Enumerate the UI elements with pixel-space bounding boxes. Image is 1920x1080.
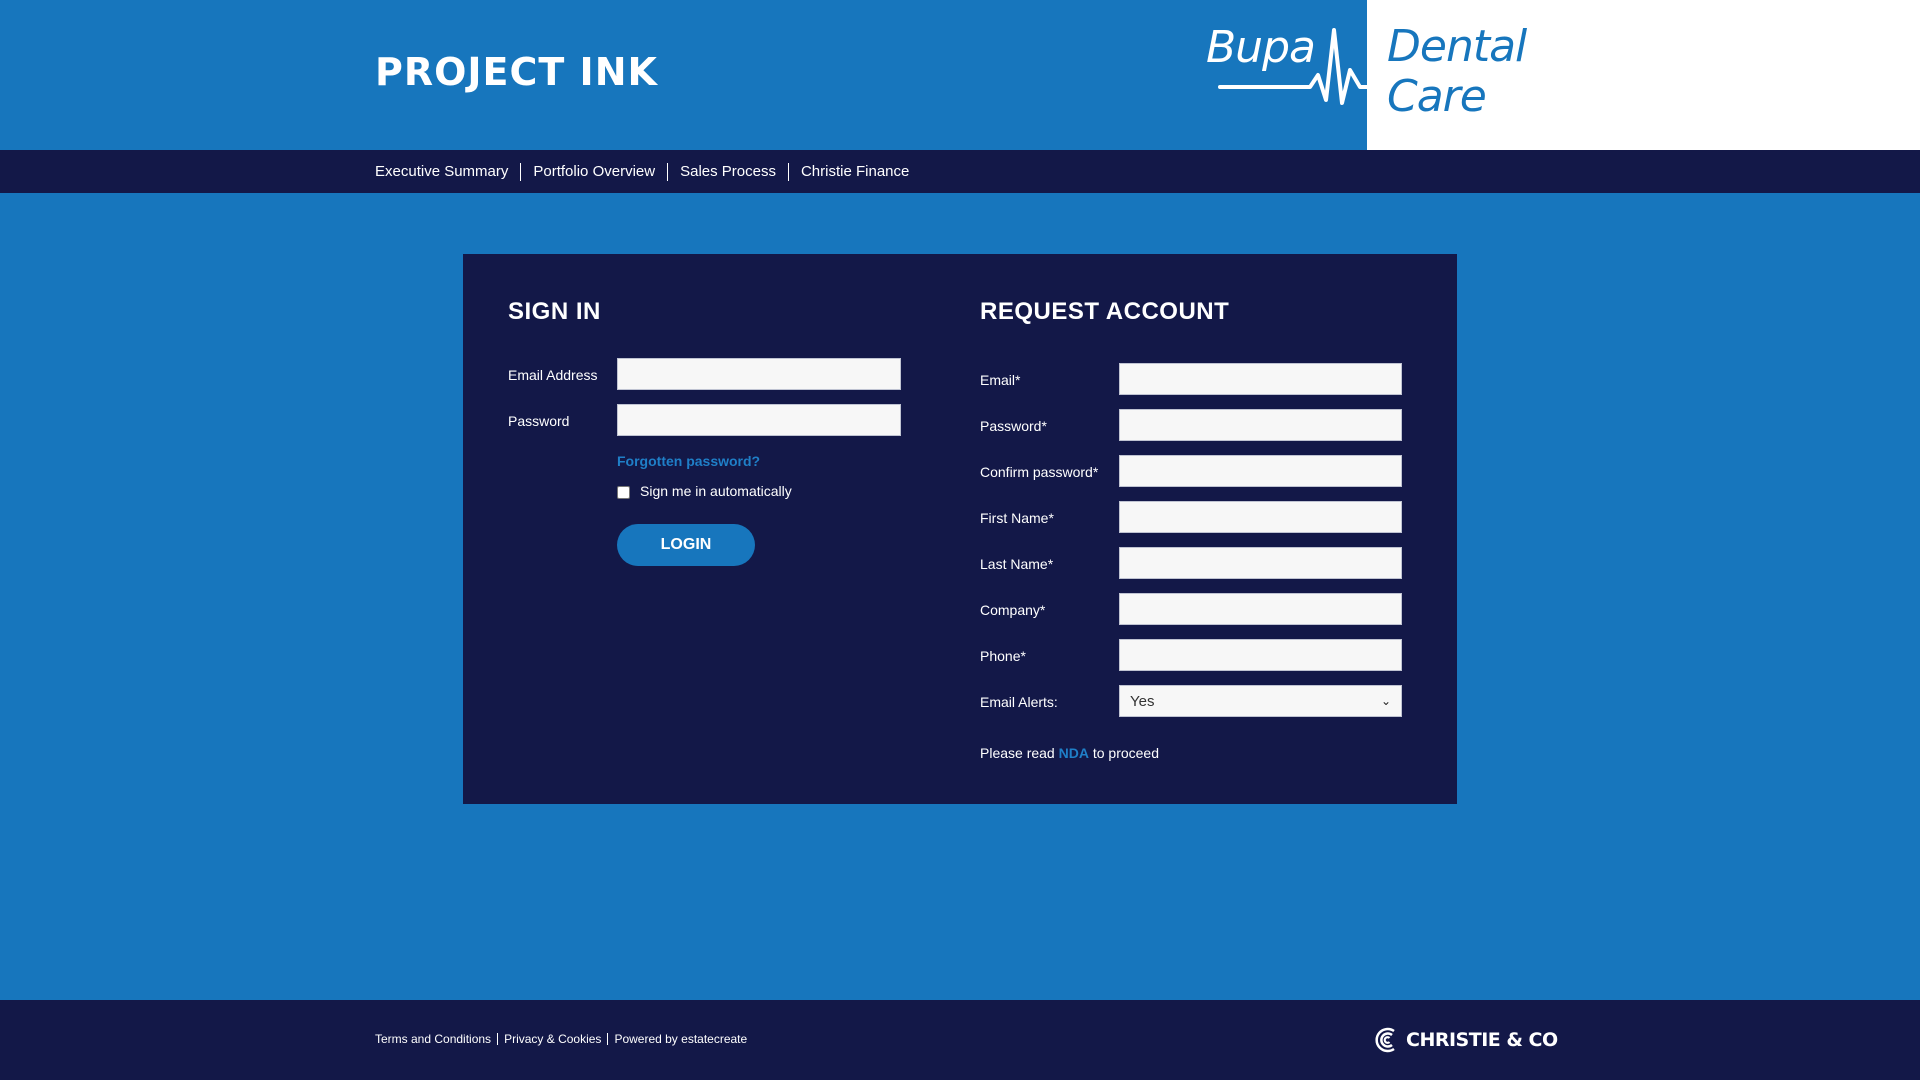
privacy-link[interactable]: Privacy & Cookies <box>497 1033 607 1045</box>
nav-executive-summary[interactable]: Executive Summary <box>375 163 520 181</box>
nda-prefix: Please read <box>980 745 1055 761</box>
christie-mark-icon <box>1375 1027 1395 1053</box>
signin-email-input[interactable] <box>617 358 901 390</box>
main-nav: Executive Summary Portfolio Overview Sal… <box>0 150 1920 193</box>
nav-christie-finance[interactable]: Christie Finance <box>787 162 921 181</box>
nda-notice: Please read NDA to proceed <box>980 745 1159 761</box>
request-password-label: Password* <box>980 418 1047 434</box>
auth-panel: SIGN IN Email Address Password Forgotten… <box>463 254 1457 804</box>
nda-link[interactable]: NDA <box>1059 745 1089 761</box>
dental-care-line2: Care <box>1387 71 1487 122</box>
login-button[interactable]: LOGIN <box>617 524 755 566</box>
company-input[interactable] <box>1119 593 1402 625</box>
remember-me-checkbox[interactable] <box>617 486 630 499</box>
email-alerts-value: Yes <box>1130 692 1155 710</box>
request-password-input[interactable] <box>1119 409 1402 441</box>
dental-care-logo: Dental Care <box>1387 21 1527 122</box>
password-label: Password <box>508 413 570 429</box>
chevron-down-icon: ⌄ <box>1380 694 1391 708</box>
first-name-input[interactable] <box>1119 501 1402 533</box>
nda-suffix: to proceed <box>1092 745 1160 761</box>
email-alerts-select[interactable]: Yes ⌄ <box>1119 685 1402 717</box>
sign-in-title: SIGN IN <box>508 298 601 325</box>
site-footer: Terms and Conditions Privacy & Cookies P… <box>0 1000 1920 1080</box>
request-email-input[interactable] <box>1119 363 1402 395</box>
phone-input[interactable] <box>1119 639 1402 671</box>
christie-logo: CHRISTIE & CO <box>1374 1026 1558 1054</box>
company-label: Company* <box>980 602 1046 618</box>
request-email-label: Email* <box>980 372 1021 388</box>
confirm-password-label: Confirm password* <box>980 464 1099 480</box>
confirm-password-input[interactable] <box>1119 455 1402 487</box>
signin-password-input[interactable] <box>617 404 901 436</box>
heartbeat-icon <box>1218 28 1370 105</box>
last-name-label: Last Name* <box>980 556 1054 572</box>
request-account-title: REQUEST ACCOUNT <box>980 298 1230 325</box>
terms-link[interactable]: Terms and Conditions <box>375 1033 497 1045</box>
powered-by-link[interactable]: Powered by estatecreate <box>607 1033 753 1045</box>
nav-portfolio-overview[interactable]: Portfolio Overview <box>520 162 667 181</box>
first-name-label: First Name* <box>980 510 1054 526</box>
email-alerts-label: Email Alerts: <box>980 694 1058 710</box>
remember-me-label: Sign me in automatically <box>640 483 792 499</box>
brand-panel: Dental Care <box>1367 0 1920 150</box>
page-title: PROJECT INK <box>375 50 658 94</box>
email-address-label: Email Address <box>508 367 598 383</box>
forgotten-password-link[interactable]: Forgotten password? <box>617 453 760 469</box>
last-name-input[interactable] <box>1119 547 1402 579</box>
phone-label: Phone* <box>980 648 1026 664</box>
nav-sales-process[interactable]: Sales Process <box>667 162 788 181</box>
dental-care-line1: Dental <box>1387 21 1527 72</box>
christie-logo-text: CHRISTIE & CO <box>1406 1029 1558 1051</box>
